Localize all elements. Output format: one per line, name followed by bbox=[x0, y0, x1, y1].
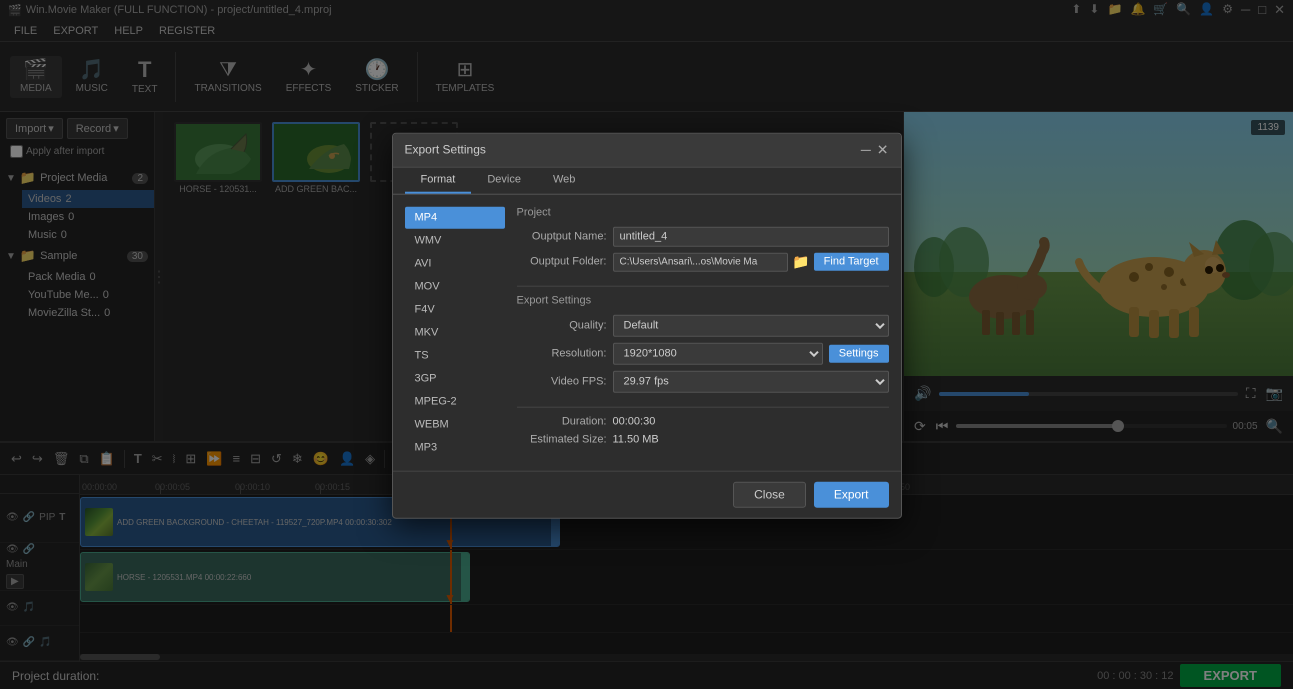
export-settings-section: Export Settings Quality: Default Resolut… bbox=[517, 294, 889, 407]
close-dialog-button[interactable]: Close bbox=[733, 481, 806, 507]
duration-value: 00:00:30 bbox=[613, 415, 656, 427]
format-webm[interactable]: WEBM bbox=[405, 413, 505, 435]
format-mov[interactable]: MOV bbox=[405, 275, 505, 297]
format-mpeg2[interactable]: MPEG-2 bbox=[405, 390, 505, 412]
dialog-titlebar: Export Settings ─ ✕ bbox=[393, 133, 901, 167]
find-target-button[interactable]: Find Target bbox=[814, 253, 889, 271]
resolution-label: Resolution: bbox=[517, 347, 607, 359]
dialog-tab-web[interactable]: Web bbox=[537, 167, 591, 193]
folder-row: 📁 Find Target bbox=[613, 252, 889, 271]
quality-select[interactable]: Default bbox=[613, 314, 889, 336]
format-list: MP4 WMV AVI MOV F4V MKV TS 3GP MPEG-2 WE… bbox=[405, 206, 505, 458]
output-folder-row: Ouptput Folder: 📁 Find Target bbox=[517, 252, 889, 271]
export-settings-title: Export Settings bbox=[517, 294, 889, 306]
info-section: Duration: 00:00:30 Estimated Size: 11.50… bbox=[517, 415, 889, 445]
app-container: 🎬 Win.Movie Maker (FULL FUNCTION) - proj… bbox=[0, 0, 1293, 689]
dialog-tabs: Format Device Web bbox=[393, 167, 901, 194]
project-section-title: Project bbox=[517, 206, 889, 218]
dialog-title-btns: ─ ✕ bbox=[861, 141, 889, 158]
duration-row: Duration: 00:00:30 bbox=[517, 415, 889, 427]
estimated-size-label: Estimated Size: bbox=[517, 433, 607, 445]
format-mp3[interactable]: MP3 bbox=[405, 436, 505, 458]
dialog-tab-format[interactable]: Format bbox=[405, 167, 472, 193]
output-name-label: Ouptput Name: bbox=[517, 230, 607, 242]
dialog-minimize-btn[interactable]: ─ bbox=[861, 141, 871, 158]
dialog-title: Export Settings bbox=[405, 143, 486, 157]
dialog-body: MP4 WMV AVI MOV F4V MKV TS 3GP MPEG-2 WE… bbox=[393, 194, 901, 470]
settings-panel: Project Ouptput Name: Ouptput Folder: 📁 … bbox=[517, 206, 889, 458]
format-mkv[interactable]: MKV bbox=[405, 321, 505, 343]
dialog-overlay: Export Settings ─ ✕ Format Device Web MP… bbox=[0, 0, 1293, 689]
output-name-input[interactable] bbox=[613, 226, 889, 246]
project-section: Project Ouptput Name: Ouptput Folder: 📁 … bbox=[517, 206, 889, 286]
export-dialog: Export Settings ─ ✕ Format Device Web MP… bbox=[392, 132, 902, 518]
duration-label: Duration: bbox=[517, 415, 607, 427]
fps-row: Video FPS: 29.97 fps bbox=[517, 370, 889, 392]
export-dialog-button[interactable]: Export bbox=[814, 481, 889, 507]
format-f4v[interactable]: F4V bbox=[405, 298, 505, 320]
estimated-size-row: Estimated Size: 11.50 MB bbox=[517, 433, 889, 445]
format-wmv[interactable]: WMV bbox=[405, 229, 505, 251]
fps-select[interactable]: 29.97 fps bbox=[613, 370, 889, 392]
estimated-size-value: 11.50 MB bbox=[613, 433, 659, 445]
output-folder-input[interactable] bbox=[613, 252, 789, 271]
folder-browse-icon[interactable]: 📁 bbox=[792, 253, 809, 270]
format-mp4[interactable]: MP4 bbox=[405, 206, 505, 228]
settings-button[interactable]: Settings bbox=[829, 344, 889, 362]
fps-label: Video FPS: bbox=[517, 375, 607, 387]
format-avi[interactable]: AVI bbox=[405, 252, 505, 274]
quality-label: Quality: bbox=[517, 319, 607, 331]
quality-row: Quality: Default bbox=[517, 314, 889, 336]
resolution-select[interactable]: 1920*1080 bbox=[613, 342, 823, 364]
format-ts[interactable]: TS bbox=[405, 344, 505, 366]
dialog-footer: Close Export bbox=[393, 470, 901, 517]
output-folder-label: Ouptput Folder: bbox=[517, 256, 607, 268]
format-3gp[interactable]: 3GP bbox=[405, 367, 505, 389]
dialog-tab-device[interactable]: Device bbox=[471, 167, 537, 193]
resolution-row: Resolution: 1920*1080 Settings bbox=[517, 342, 889, 364]
dialog-close-btn[interactable]: ✕ bbox=[877, 141, 889, 158]
output-name-row: Ouptput Name: bbox=[517, 226, 889, 246]
